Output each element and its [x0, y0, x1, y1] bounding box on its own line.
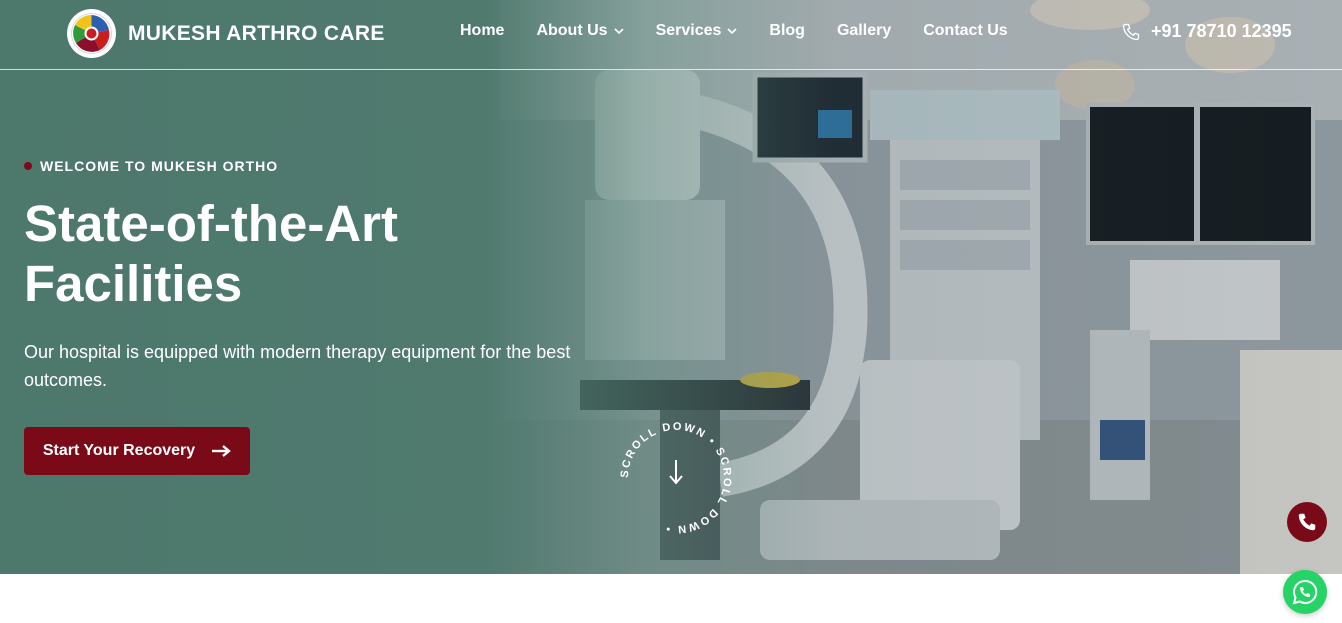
header: MUKESH ARTHRO CARE Home About Us Service… — [0, 0, 1342, 70]
hero-headline: State-of-the-Art Facilities — [24, 195, 398, 312]
nav-home[interactable]: Home — [460, 22, 504, 40]
nav-services-label: Services — [655, 22, 722, 39]
start-recovery-label: Start Your Recovery — [42, 442, 196, 459]
phone-icon — [1122, 23, 1140, 40]
nav-about-us-label: About Us — [536, 22, 608, 39]
nav-services[interactable]: Services — [656, 22, 738, 40]
floating-whatsapp-button[interactable] — [1283, 570, 1327, 614]
hero-description: Our hospital is equipped with modern the… — [24, 342, 571, 390]
start-recovery-button[interactable]: Start Your Recovery — [24, 427, 250, 475]
nav-blog-label: Blog — [769, 22, 805, 39]
scroll-down-badge: SCROLL DOWN • SCROLL DOWN • — [619, 421, 731, 535]
floating-call-button[interactable] — [1287, 502, 1327, 542]
nav-contact-us-label: Contact Us — [923, 22, 1008, 39]
hero-content: WELCOME TO MUKESH ORTHO State-of-the-Art… — [24, 158, 624, 475]
hero-section: MUKESH ARTHRO CARE Home About Us Service… — [0, 0, 1342, 574]
hero-eyebrow-text: WELCOME TO MUKESH ORTHO — [40, 158, 279, 174]
header-phone-number: +91 78710 12395 — [1151, 21, 1292, 41]
nav-gallery[interactable]: Gallery — [837, 22, 891, 40]
chevron-down-icon — [613, 27, 624, 34]
nav-contact-us[interactable]: Contact Us — [923, 22, 1007, 40]
chevron-down-icon — [727, 27, 737, 34]
brand-logo-link[interactable]: MUKESH ARTHRO CARE — [67, 9, 385, 58]
nav-blog[interactable]: Blog — [769, 22, 805, 40]
header-phone-link[interactable]: +91 78710 12395 — [1121, 21, 1292, 42]
nav-home-label: Home — [460, 22, 505, 39]
nav-about-us[interactable]: About Us — [536, 22, 624, 40]
arrow-down-icon — [669, 460, 683, 485]
nav-gallery-label: Gallery — [836, 22, 892, 39]
brand-name: MUKESH ARTHRO CARE — [128, 21, 385, 45]
eyebrow-dot — [24, 162, 32, 170]
hero-eyebrow: WELCOME TO MUKESH ORTHO — [24, 158, 624, 174]
logo-icon — [67, 9, 116, 58]
phone-icon — [1298, 513, 1316, 531]
scroll-down-button[interactable]: SCROLL DOWN • SCROLL DOWN • — [616, 418, 736, 538]
whatsapp-icon — [1292, 579, 1318, 605]
main-nav: Home About Us Services Blog Gallery Cont… — [460, 22, 1040, 40]
arrow-right-icon — [212, 445, 232, 457]
